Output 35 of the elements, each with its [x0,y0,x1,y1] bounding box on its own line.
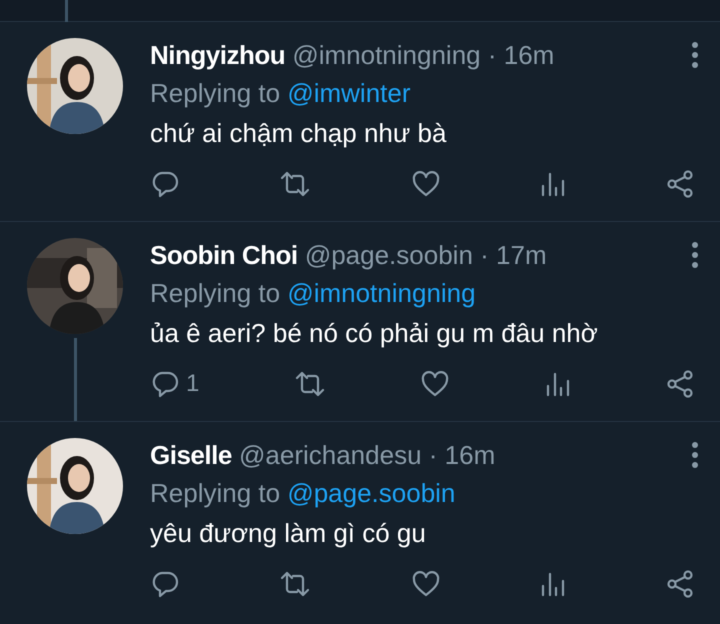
user-name[interactable]: Giselle [150,440,232,470]
user-name[interactable]: Soobin Choi [150,240,298,270]
more-options-icon[interactable] [690,241,700,269]
timestamp: · 17m [480,240,547,270]
thread-line [65,0,68,22]
share-icon[interactable] [665,569,695,599]
retweet-icon[interactable] [279,169,312,199]
retweet-icon[interactable] [294,369,326,399]
heart-icon[interactable] [410,569,440,599]
user-handle: @aerichandesu [239,440,422,470]
reply-icon[interactable] [150,569,180,599]
share-icon[interactable] [664,369,695,399]
heart-icon[interactable] [420,369,450,399]
user-name[interactable]: Ningyizhou [150,40,286,70]
mention-link[interactable]: @imwinter [287,78,410,108]
timestamp: · 16m [428,440,496,470]
replying-label: Replying to [150,278,280,308]
tweet-text: yêu đương làm gì có gu [150,517,427,550]
more-options-icon[interactable] [690,441,700,469]
reply-icon[interactable] [150,369,180,399]
user-handle: @imnotningning [292,40,481,70]
timestamp: · 16m [488,40,554,70]
replying-label: Replying to [150,478,280,508]
heart-icon[interactable] [410,169,440,199]
replying-label: Replying to [150,78,280,108]
tweet-text: ủa ê aeri? bé nó có phải gu m đâu nhờ [150,317,599,350]
mention-link[interactable]: @page.soobin [287,478,456,508]
mention-link[interactable]: @imnotningning [287,278,476,308]
reply-icon[interactable] [150,169,180,199]
user-handle: @page.soobin [304,240,473,270]
tweet-text: chứ ai chậm chạp như bà [150,117,448,150]
reply-count: 1 [186,369,200,399]
more-options-icon[interactable] [690,41,700,69]
share-icon[interactable] [665,169,695,199]
retweet-icon[interactable] [279,569,312,599]
